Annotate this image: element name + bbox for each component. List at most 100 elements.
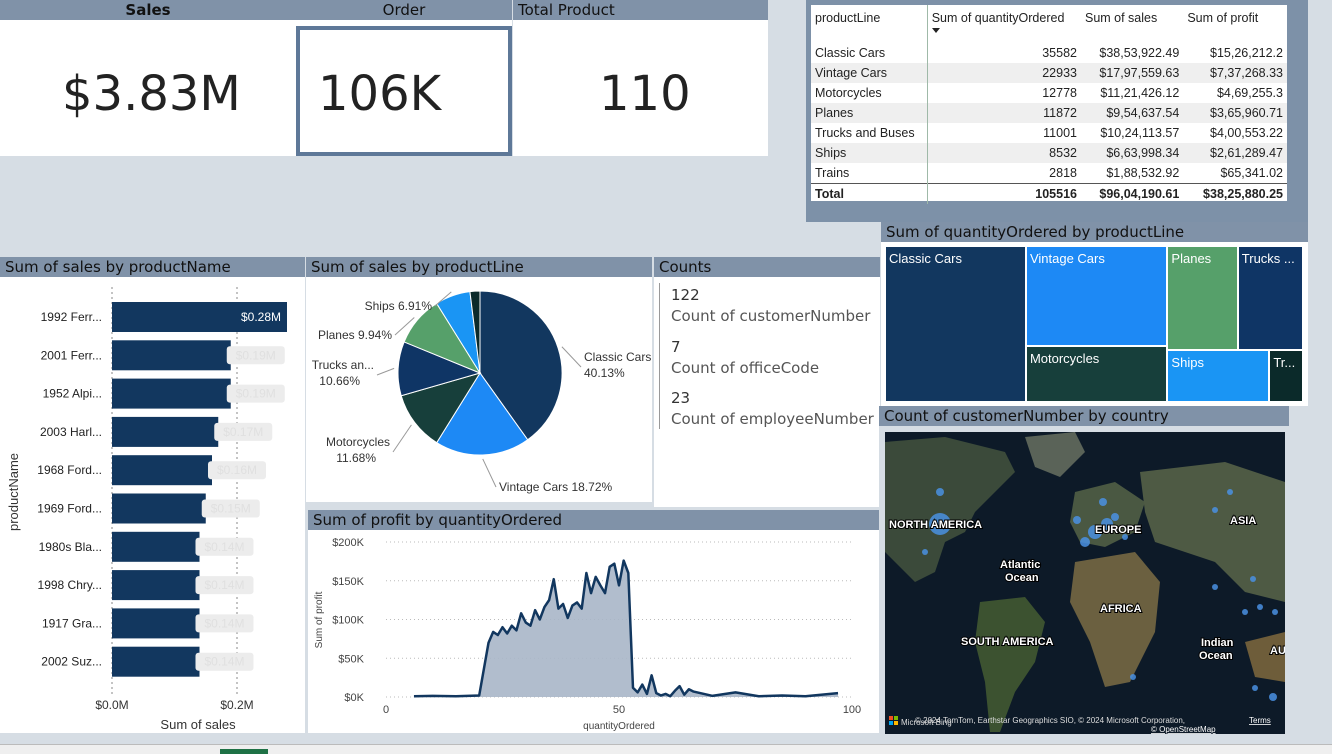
area-x-tick: 0	[383, 704, 389, 716]
bar[interactable]	[112, 646, 200, 677]
treemap-cell[interactable]: Tr...	[1269, 350, 1303, 402]
bar-x-axis-title: Sum of sales	[160, 717, 236, 732]
bar[interactable]	[112, 570, 200, 601]
matrix-cell-value: 2818	[1049, 166, 1077, 180]
area-y-tick: $150K	[332, 576, 364, 588]
matrix-total-row: Total 105516 $96,04,190.61 $38,25,880.25	[811, 183, 1287, 204]
map-bubble[interactable]	[1130, 674, 1136, 680]
bar-category-label: 1980s Bla...	[39, 540, 102, 554]
matrix-cell-value: $4,00,553.22	[1210, 126, 1283, 140]
map-bubble[interactable]	[1212, 584, 1218, 590]
map-bubble[interactable]	[1269, 693, 1277, 701]
map-bubble[interactable]	[1212, 507, 1218, 513]
matrix-cell-value: $6,63,998.34	[1080, 143, 1184, 163]
map-bubble[interactable]	[1111, 513, 1119, 521]
order-kpi-card[interactable]: Order 106K	[296, 0, 512, 156]
bar[interactable]	[112, 531, 200, 562]
map-bubble[interactable]	[1250, 576, 1256, 582]
pie-label: Planes 9.94%	[318, 328, 392, 342]
map-terms-link[interactable]: Terms	[1249, 716, 1271, 725]
map-bubble[interactable]	[1073, 516, 1081, 524]
matrix-cell-productline: Classic Cars	[811, 43, 928, 63]
map-bubble[interactable]	[936, 488, 944, 496]
map-label-asia: ASIA	[1230, 515, 1256, 527]
area-y-tick: $50K	[338, 653, 364, 665]
bar[interactable]	[112, 416, 219, 447]
map-title: Count of customerNumber by country	[879, 406, 1289, 426]
matrix-cell-productline: Planes	[811, 103, 928, 123]
matrix-cell-value: 35582	[1042, 46, 1077, 60]
matrix-header-1[interactable]: Sum of quantityOrdered	[927, 5, 1081, 43]
bar-value-label: $0.28M	[241, 310, 281, 324]
active-page-tab[interactable]	[220, 749, 268, 754]
matrix-header-0[interactable]: productLine	[811, 5, 928, 43]
matrix-row[interactable]: Trains 2818 $1,88,532.92 $65,341.02	[811, 163, 1287, 184]
matrix-total-value: 105516	[927, 183, 1081, 204]
pie-label: Trucks an...	[312, 358, 374, 372]
treemap-cell[interactable]: Motorcycles	[1025, 346, 1168, 402]
bar[interactable]	[112, 378, 231, 409]
treemap-cell[interactable]: Classic Cars	[885, 246, 1026, 402]
bar[interactable]	[112, 340, 231, 371]
matrix-row[interactable]: Motorcycles 12778 $11,21,426.12 $4,69,255.3	[811, 83, 1287, 103]
map-label-australia: AUST	[1270, 645, 1285, 657]
map-bubble[interactable]	[1242, 609, 1248, 615]
treemap-cell[interactable]: Trucks ...	[1237, 246, 1303, 351]
order-kpi-header: Order	[296, 0, 512, 20]
total-product-kpi-header: Total Product	[513, 0, 768, 20]
bar[interactable]	[112, 455, 212, 486]
matrix-row[interactable]: Trucks and Buses 11001 $10,24,113.57 $4,00,…	[811, 123, 1287, 143]
matrix-header-2[interactable]: Sum of sales	[1081, 5, 1183, 43]
treemap-cell[interactable]: Ships	[1167, 350, 1270, 402]
map-bubble[interactable]	[1080, 537, 1090, 547]
bar-value-label: $0.17M	[223, 425, 263, 439]
matrix-row[interactable]: Classic Cars 35582 $38,53,922.49 $15,26,212…	[811, 43, 1287, 63]
world-map[interactable]: NORTH AMERICA EUROPE ASIA Atlantic Ocean…	[885, 432, 1285, 734]
matrix-cell-value: 12778	[1042, 86, 1077, 100]
bar[interactable]	[112, 608, 200, 639]
bar-value-label: $0.14M	[204, 616, 244, 630]
matrix-cell-value: $65,341.02	[1220, 166, 1283, 180]
pie-chart-title: Sum of sales by productLine	[306, 257, 652, 277]
matrix-cell-value: $15,26,212.2	[1210, 46, 1283, 60]
map-bubble[interactable]	[1099, 498, 1107, 506]
treemap-cell[interactable]: Planes	[1167, 246, 1238, 351]
map-bubble[interactable]	[1252, 685, 1258, 691]
profit-area-chart: $0K $50K $100K $150K $200K 0 50 100 quantityOrde…	[314, 537, 861, 732]
area-x-axis-title: quantityOrdered	[583, 721, 655, 732]
map-bubble[interactable]	[1227, 489, 1233, 495]
map-bubble[interactable]	[1272, 609, 1278, 615]
count-office-label: Count of officeCode	[671, 359, 820, 377]
matrix-cell-value: $11,21,426.12	[1100, 86, 1180, 100]
pie-leader-line	[482, 458, 497, 488]
line-chart-title: Sum of profit by quantityOrdered	[308, 510, 880, 530]
map-bubble[interactable]	[1257, 604, 1263, 610]
map-label-africa: AFRICA	[1100, 603, 1142, 615]
bar-chart-card: Sum of sales by productName 1992 Ferr...…	[0, 257, 305, 733]
sort-descending-icon[interactable]	[931, 28, 940, 33]
bar-category-label: 1969 Ford...	[37, 502, 102, 516]
map-osm-link[interactable]: © OpenStreetMap	[1151, 725, 1216, 734]
matrix-table: productLine Sum of quantityOrdered Sum of …	[811, 5, 1287, 204]
matrix-row[interactable]: Ships 8532 $6,63,998.34 $2,61,289.47	[811, 143, 1287, 163]
bar-value-label: $0.19M	[236, 348, 276, 362]
sales-kpi-value: $3.83M	[62, 66, 241, 122]
matrix-frame: productLine Sum of quantityOrdered Sum of …	[806, 0, 1308, 222]
bar-value-label: $0.14M	[204, 540, 244, 554]
matrix-total-value: $38,25,880.25	[1183, 183, 1287, 204]
treemap-label: Tr...	[1273, 355, 1296, 371]
pie-label: Ships 6.91%	[365, 299, 433, 313]
matrix-cell-value: $2,61,289.47	[1183, 143, 1287, 163]
matrix-row[interactable]: Vintage Cars 22933 $17,97,559.63 $7,37,268.…	[811, 63, 1287, 83]
map-bubble[interactable]	[922, 549, 928, 555]
bar[interactable]	[112, 493, 206, 524]
matrix-row[interactable]: Planes 11872 $9,54,637.54 $3,65,960.71	[811, 103, 1287, 123]
treemap: Classic Cars Vintage Cars Motorcycles Plane…	[885, 246, 1303, 402]
treemap-card: Sum of quantityOrdered by productLine Cl…	[881, 222, 1308, 406]
area-x-tick: 50	[613, 704, 625, 716]
treemap-cell[interactable]: Vintage Cars	[1025, 246, 1168, 347]
pie-label: Motorcycles	[326, 435, 390, 449]
matrix-header-3[interactable]: Sum of profit	[1183, 5, 1287, 43]
matrix-cell-value: $4,69,255.3	[1216, 86, 1283, 100]
count-customer-label: Count of customerNumber	[671, 307, 871, 325]
